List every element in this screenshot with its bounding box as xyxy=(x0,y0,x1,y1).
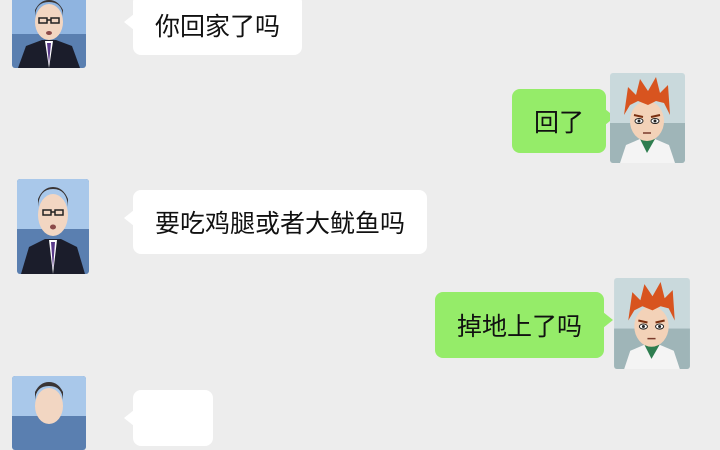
red-haired-boy-avatar-icon xyxy=(610,73,685,163)
message-bubble[interactable]: 你回家了吗 xyxy=(123,0,303,55)
message-text: 你回家了吗 xyxy=(155,11,281,41)
suited-man-avatar-icon xyxy=(17,179,89,274)
right-user-avatar[interactable] xyxy=(610,73,685,163)
message-text: 掉地上了吗 xyxy=(456,312,582,341)
left-user-avatar[interactable] xyxy=(12,376,86,450)
suited-man-avatar-icon xyxy=(12,0,86,68)
message-text: 回了 xyxy=(533,108,584,137)
message-bubble[interactable] xyxy=(124,390,213,446)
message-bubble[interactable]: 回了 xyxy=(511,89,616,153)
red-haired-boy-avatar-icon xyxy=(614,278,690,369)
right-user-avatar[interactable] xyxy=(614,278,690,369)
message-bubble[interactable]: 要吃鸡腿或者大鱿鱼吗 xyxy=(123,190,428,254)
message-bubble[interactable]: 掉地上了吗 xyxy=(434,292,614,358)
left-user-avatar[interactable] xyxy=(17,179,89,274)
message-text: 要吃鸡腿或者大鱿鱼吗 xyxy=(155,209,406,238)
suited-man-avatar-icon xyxy=(12,376,86,450)
left-user-avatar[interactable] xyxy=(12,0,86,68)
